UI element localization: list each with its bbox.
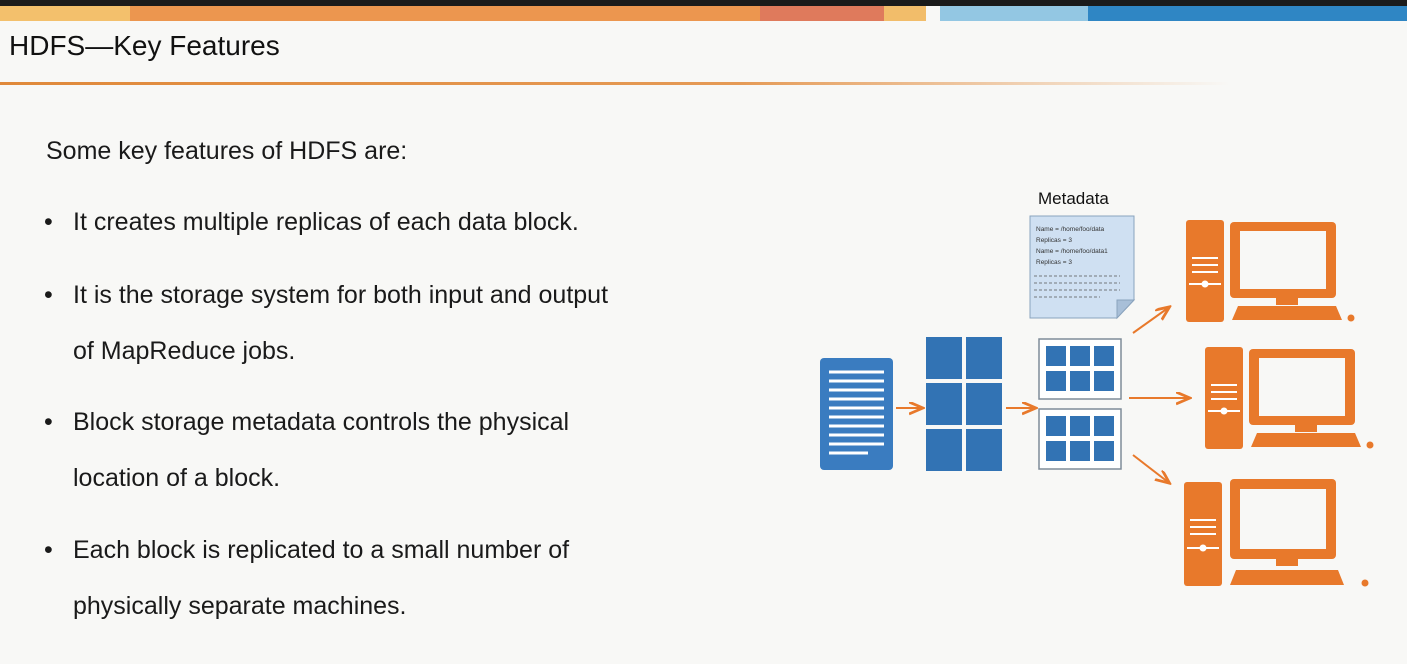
metadata-line: Replicas = 3 xyxy=(1036,259,1072,266)
block-grid-icon xyxy=(926,337,1002,471)
arrow-icon xyxy=(1132,308,1168,334)
computer-icon xyxy=(1186,220,1355,322)
file-document-icon xyxy=(820,358,893,470)
hdfs-diagram: Name = /home/foo/data Replicas = 3 Name … xyxy=(820,215,1374,587)
metadata-line: Name = /home/foo/data1 xyxy=(1036,248,1108,255)
arrow-icon xyxy=(1132,454,1168,482)
replica-block-icon xyxy=(1038,338,1122,400)
metadata-line: Name = /home/foo/data xyxy=(1036,226,1104,233)
replica-block-icon xyxy=(1038,408,1122,470)
computer-icon xyxy=(1205,347,1374,449)
metadata-note-icon: Name = /home/foo/data Replicas = 3 Name … xyxy=(1029,215,1136,320)
metadata-line: Replicas = 3 xyxy=(1036,237,1072,244)
computer-icon xyxy=(1184,479,1369,587)
